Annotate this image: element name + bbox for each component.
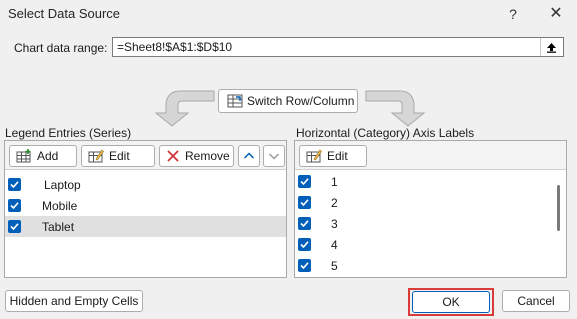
checkmark-icon (300, 262, 309, 270)
edit-label: Edit (109, 149, 130, 163)
range-label-text: Chart data range: (14, 41, 108, 55)
series-label: Laptop (44, 177, 81, 192)
edit-axis-labels-button[interactable]: Edit (299, 145, 367, 167)
chevron-down-icon (268, 153, 280, 160)
checkmark-icon (300, 220, 309, 228)
ok-button[interactable]: OK (412, 291, 490, 313)
legend-entries-label: Legend Entries (Series) (5, 126, 132, 140)
category-checkbox[interactable] (298, 196, 311, 209)
list-item[interactable]: 4 (295, 234, 551, 255)
chart-data-range-label: Chart data range: (14, 41, 107, 55)
add-series-button[interactable]: Add (9, 145, 77, 167)
category-label: 2 (331, 195, 338, 210)
checkmark-icon (300, 199, 309, 207)
series-checkbox[interactable] (8, 199, 21, 212)
add-table-icon (16, 149, 31, 163)
switch-row-column-button[interactable]: Switch Row/Column (218, 89, 358, 113)
axis-labels-label: Horizontal (Category) Axis Labels (296, 126, 475, 140)
checkmark-icon (300, 178, 309, 186)
category-label: 5 (331, 258, 338, 273)
category-checkbox[interactable] (298, 175, 311, 188)
series-checkbox[interactable] (8, 220, 21, 233)
list-item[interactable]: Tablet (5, 216, 286, 237)
category-label: 1 (331, 174, 338, 189)
list-item[interactable]: 2 (295, 192, 551, 213)
list-item[interactable]: 5 (295, 255, 551, 276)
remove-label: Remove (185, 149, 230, 163)
list-item[interactable]: Mobile (5, 195, 286, 216)
help-button[interactable]: ? (503, 4, 523, 24)
edit-table-icon (306, 149, 322, 163)
move-up-button[interactable] (238, 145, 260, 167)
checkmark-icon (300, 241, 309, 249)
dialog-title: Select Data Source (8, 6, 121, 21)
category-checkbox[interactable] (298, 238, 311, 251)
collapse-arrow-icon (547, 42, 556, 53)
chevron-up-icon (243, 152, 255, 159)
axis-labels-panel: Edit 1 2 3 4 5 (294, 140, 567, 278)
checkmark-icon (10, 223, 19, 231)
vertical-scrollbar[interactable] (557, 185, 560, 231)
category-label: 4 (331, 237, 338, 252)
category-label: 3 (331, 216, 338, 231)
switch-row-column-label: Switch Row/Column (247, 94, 355, 108)
move-down-button[interactable] (263, 145, 285, 167)
swap-left-arrow-icon (154, 90, 215, 127)
switch-grid-icon (227, 94, 243, 108)
list-item[interactable]: 3 (295, 213, 551, 234)
series-label: Tablet (42, 219, 75, 234)
swap-right-arrow-icon (365, 90, 426, 127)
category-checkbox[interactable] (298, 217, 311, 230)
list-item[interactable]: Laptop (5, 174, 286, 195)
add-label: Add (37, 149, 59, 163)
legend-entries-panel: Add Edit Remove Laptop Mobile Tablet (4, 140, 287, 278)
series-label: Mobile (42, 198, 78, 213)
edit-series-button[interactable]: Edit (81, 145, 155, 167)
legend-toolbar: Add Edit Remove (5, 141, 286, 170)
close-button[interactable]: ✕ (546, 4, 566, 24)
chart-data-range-input[interactable]: =Sheet8!$A$1:$D$10 (112, 37, 564, 57)
edit-table-icon (88, 149, 104, 163)
category-checkbox[interactable] (298, 259, 311, 272)
checkmark-icon (10, 181, 19, 189)
hidden-empty-cells-button[interactable]: Hidden and Empty Cells (5, 290, 143, 312)
collapse-dialog-button[interactable] (540, 38, 562, 56)
cancel-button[interactable]: Cancel (502, 290, 570, 312)
remove-series-button[interactable]: Remove (159, 145, 234, 167)
list-item[interactable]: 1 (295, 171, 551, 192)
axis-edit-label: Edit (327, 149, 348, 163)
axis-toolbar: Edit (295, 141, 566, 170)
checkmark-icon (10, 202, 19, 210)
remove-x-icon (167, 150, 179, 162)
series-checkbox[interactable] (8, 178, 21, 191)
